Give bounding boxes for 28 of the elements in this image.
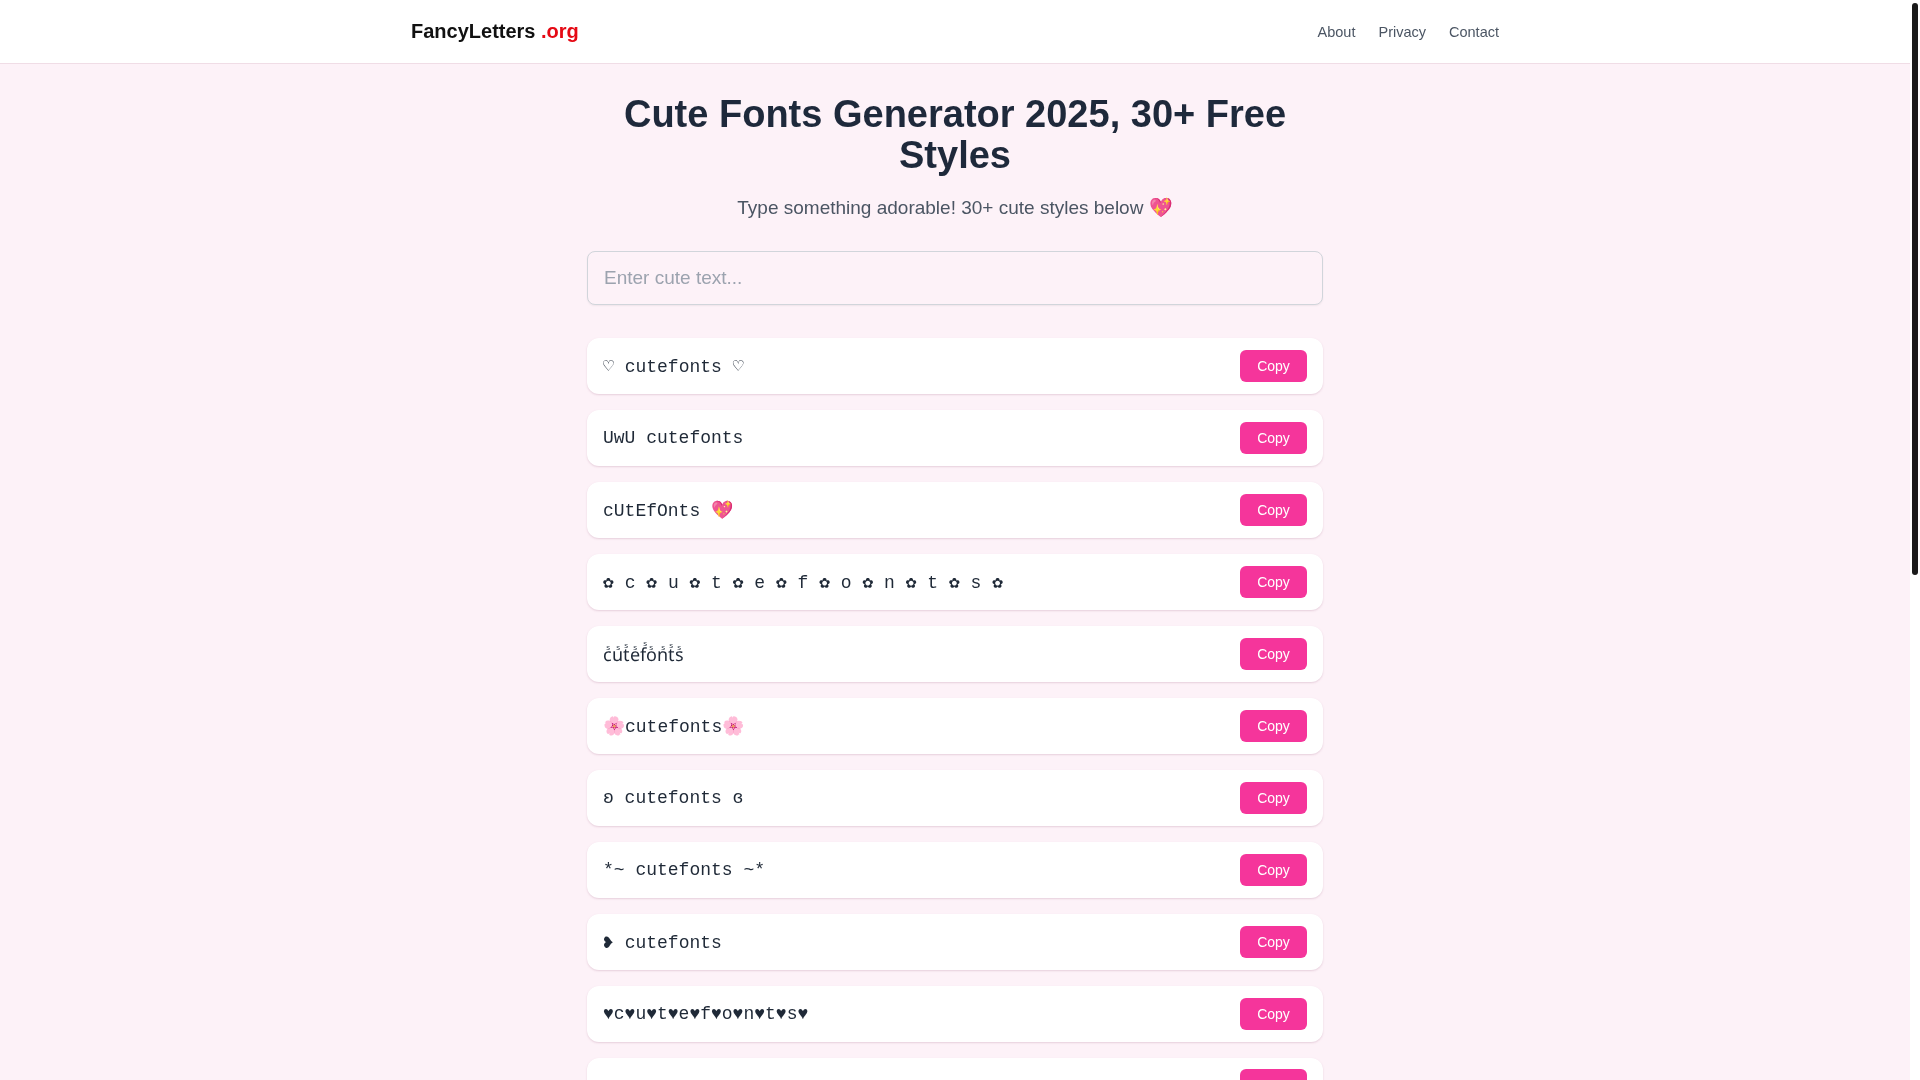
copy-button[interactable]: Copy: [1240, 854, 1307, 886]
copy-button[interactable]: Copy: [1240, 782, 1307, 814]
copy-button[interactable]: Copy: [1240, 926, 1307, 958]
styled-text: ♥c♥u♥t♥e♥f♥o♥n♥t♥s♥: [603, 1004, 809, 1024]
styled-text: *~ cutefonts ~*: [603, 860, 766, 880]
copy-button[interactable]: Copy: [1240, 422, 1307, 454]
styled-text: 🌸cutefonts🌸: [603, 715, 745, 737]
copy-button[interactable]: Copy: [1240, 998, 1307, 1030]
nav-link[interactable]: About: [1317, 23, 1356, 40]
scrollbar-thumb[interactable]: [1912, 3, 1918, 575]
styled-text: ✿ c ✿ u ✿ t ✿ e ✿ f ✿ o ✿ n ✿ t ✿ s ✿: [603, 572, 1004, 593]
copy-button[interactable]: Copy: [1240, 638, 1307, 670]
page-subtitle: Type something adorable! 30+ cute styles below 💖: [736, 196, 1174, 220]
styled-text: cUtEfOnts 💖: [603, 499, 734, 521]
styled-text: UwU cutefonts: [603, 428, 744, 448]
site-logo[interactable]: FancyLetters .org: [411, 20, 579, 43]
nav-link[interactable]: Contact: [1449, 23, 1499, 40]
styled-text: ʚ cutefonts ɞ: [603, 788, 744, 808]
styled-text: ❥ cutefonts: [603, 932, 722, 953]
copy-button[interactable]: Copy: [1240, 494, 1307, 526]
page-title: Cute Fonts Generator 2025, 30+ Free Styles: [622, 94, 1288, 176]
copy-button[interactable]: Copy: [1240, 710, 1307, 742]
styled-text: ♡ cutefonts ♡: [603, 356, 744, 377]
nav-link[interactable]: Privacy: [1378, 23, 1426, 40]
copy-button[interactable]: Copy: [1240, 350, 1307, 382]
copy-button[interactable]: Copy: [1240, 566, 1307, 598]
styled-text: cᷤuᷤtᷤeᷤfᷤoᷤnᷤtᷤsᷤ: [603, 642, 684, 666]
text-input-field[interactable]: Enter cute text...: [587, 251, 1323, 305]
